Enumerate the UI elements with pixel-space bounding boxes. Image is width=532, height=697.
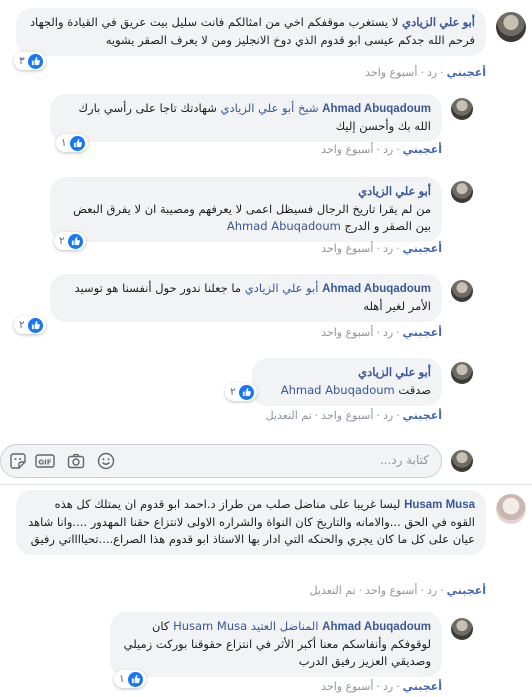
reaction-count: ١ bbox=[119, 673, 125, 685]
reply-mention[interactable]: المناضل العتيد Husam Musa bbox=[173, 619, 318, 633]
reply-bubble: أبو علي الزيادي من لم يقرا تاريخ الرجال … bbox=[50, 177, 442, 242]
comment-time[interactable]: أسبوع واحد bbox=[365, 66, 417, 79]
reaction-count: ٢ bbox=[19, 319, 25, 331]
reply-time[interactable]: أسبوع واحد bbox=[321, 143, 373, 156]
reply-bubble: أبو علي الزيادي صدقت Ahmad Abuqadoum bbox=[252, 358, 442, 406]
reply-bubble: Ahmad Abuqadoum المناضل العتيد Husam Mus… bbox=[110, 612, 442, 677]
reply-time[interactable]: أسبوع واحد bbox=[321, 680, 373, 693]
reply-time[interactable]: أسبوع واحد bbox=[321, 242, 373, 255]
edited-label[interactable]: تم التعديل bbox=[310, 584, 356, 597]
like-icon bbox=[238, 384, 254, 400]
comment-actions: أعجبني·رد·أسبوع واحد bbox=[365, 66, 486, 79]
reaction-count: ٢ bbox=[230, 386, 236, 398]
reaction-summary[interactable]: ١ bbox=[114, 670, 146, 688]
svg-text:GIF: GIF bbox=[38, 458, 51, 466]
like-icon bbox=[67, 233, 83, 249]
reply-link[interactable]: رد bbox=[383, 680, 393, 693]
avatar[interactable] bbox=[451, 362, 473, 384]
like-icon bbox=[69, 135, 85, 151]
like-link[interactable]: أعجبني bbox=[403, 680, 442, 693]
reply-link[interactable]: رد bbox=[383, 409, 393, 422]
reply-mention[interactable]: Ahmad Abuqadoum bbox=[227, 219, 341, 233]
reply-author[interactable]: Ahmad Abuqadoum bbox=[322, 103, 431, 115]
reaction-summary[interactable]: ١ bbox=[56, 134, 88, 152]
edited-label[interactable]: تم التعديل bbox=[266, 409, 312, 422]
comment-bubble: أبو علي الزيادي لا يستغرب موقفكم اخي من … bbox=[16, 8, 486, 56]
reaction-summary[interactable]: ٢ bbox=[225, 383, 257, 401]
reply-time[interactable]: أسبوع واحد bbox=[321, 409, 373, 422]
sticker-icon[interactable] bbox=[9, 452, 27, 470]
avatar[interactable] bbox=[451, 618, 473, 640]
avatar bbox=[451, 450, 473, 472]
reply-link[interactable]: رد bbox=[427, 66, 437, 79]
reaction-summary[interactable]: ٣ bbox=[14, 52, 46, 70]
reaction-summary[interactable]: ٢ bbox=[54, 232, 86, 250]
reply-bubble: Ahmad Abuqadoum أبو علي الزيادي ما جعلنا… bbox=[50, 274, 442, 322]
like-link[interactable]: أعجبني bbox=[403, 326, 442, 339]
reply-link[interactable]: رد bbox=[383, 143, 393, 156]
like-link[interactable]: أعجبني bbox=[447, 584, 486, 597]
like-icon bbox=[27, 317, 43, 333]
avatar[interactable] bbox=[496, 12, 526, 42]
reply-bubble: Ahmad Abuqadoum شيخ أبو علي الزيادي شهاد… bbox=[50, 94, 442, 142]
reply-link[interactable]: رد bbox=[427, 584, 437, 597]
like-link[interactable]: أعجبني bbox=[447, 66, 486, 79]
comment-author[interactable]: أبو علي الزيادي bbox=[402, 17, 475, 29]
like-link[interactable]: أعجبني bbox=[403, 242, 442, 255]
comment-time[interactable]: أسبوع واحد bbox=[365, 584, 417, 597]
reply-author[interactable]: أبو علي الزيادي bbox=[358, 367, 431, 379]
gif-icon[interactable]: GIF bbox=[35, 452, 55, 470]
reply-mention[interactable]: شيخ أبو علي الزيادي bbox=[221, 101, 319, 115]
reply-text: صدقت bbox=[398, 383, 431, 397]
comment-bubble: Husam Musa ليسا غريبا على مناضل صلب من ط… bbox=[16, 490, 486, 555]
reply-actions: أعجبني·رد·أسبوع واحد bbox=[321, 242, 442, 255]
reply-actions: أعجبني·رد·أسبوع واحد bbox=[321, 143, 442, 156]
reply-author[interactable]: Ahmad Abuqadoum bbox=[322, 283, 431, 295]
reply-time[interactable]: أسبوع واحد bbox=[321, 326, 373, 339]
reply-composer[interactable]: كتابة رد... GIF bbox=[0, 444, 442, 478]
reply-link[interactable]: رد bbox=[383, 242, 393, 255]
avatar[interactable] bbox=[451, 98, 473, 120]
reaction-count: ١ bbox=[61, 137, 67, 149]
avatar[interactable] bbox=[451, 181, 473, 203]
reply-mention[interactable]: Ahmad Abuqadoum bbox=[281, 383, 395, 397]
reply-link[interactable]: رد bbox=[383, 326, 393, 339]
thread-divider bbox=[0, 484, 532, 485]
reaction-count: ٢ bbox=[59, 235, 65, 247]
like-icon bbox=[127, 671, 143, 687]
like-icon bbox=[27, 53, 43, 69]
reply-input[interactable]: كتابة رد... bbox=[380, 453, 429, 467]
emoji-icon[interactable] bbox=[97, 452, 115, 470]
like-link[interactable]: أعجبني bbox=[403, 409, 442, 422]
reply-actions: أعجبني·رد·أسبوع واحد bbox=[321, 680, 442, 693]
reply-actions: أعجبني·رد·أسبوع واحد bbox=[321, 326, 442, 339]
avatar[interactable] bbox=[451, 280, 473, 302]
reply-actions: أعجبني·رد·أسبوع واحد·تم التعديل bbox=[265, 409, 442, 422]
reaction-count: ٣ bbox=[19, 55, 25, 67]
camera-icon[interactable] bbox=[67, 452, 85, 470]
reaction-summary[interactable]: ٢ bbox=[14, 316, 46, 334]
like-link[interactable]: أعجبني bbox=[403, 143, 442, 156]
reply-author[interactable]: Ahmad Abuqadoum bbox=[322, 621, 431, 633]
avatar[interactable] bbox=[496, 494, 526, 524]
reply-mention[interactable]: أبو علي الزيادي bbox=[245, 281, 319, 295]
comment-actions: أعجبني·رد·أسبوع واحد·تم التعديل bbox=[309, 584, 486, 597]
comment-author[interactable]: Husam Musa bbox=[404, 499, 475, 511]
reply-author[interactable]: أبو علي الزيادي bbox=[358, 186, 431, 198]
